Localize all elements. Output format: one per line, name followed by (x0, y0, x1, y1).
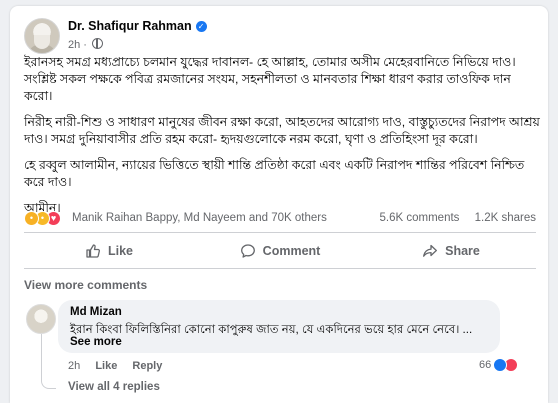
comment-reaction-count: 66 (479, 359, 492, 371)
comment-reply-button[interactable]: Reply (132, 360, 162, 372)
comments-count[interactable]: 5.6K comments (380, 212, 460, 224)
shares-count[interactable]: 1.2K shares (475, 212, 536, 224)
author-name-row: Dr. Shafiqur Rahman ✓ (68, 19, 207, 33)
like-label: Like (107, 244, 133, 258)
like-reaction-icon (493, 358, 507, 372)
view-replies-link[interactable]: View all 4 replies (68, 381, 160, 393)
like-button[interactable]: Like (24, 236, 194, 266)
comment-text: ইরান কিংবা ফিলিস্তিনিরা কোনো কাপুরুষ জাত… (70, 323, 473, 336)
comment-bubble: Md Mizan ইরান কিংবা ফিলিস্তিনিরা কোনো কা… (58, 300, 500, 353)
comment-button[interactable]: Comment (195, 236, 365, 266)
share-icon (422, 243, 438, 259)
comment-actions: 2h Like Reply (68, 360, 174, 372)
globe-icon (92, 38, 104, 49)
post-paragraph: ইরানসহ সমগ্র মধ্যপ্রাচ্যে চলমান যুদ্ধের … (24, 55, 516, 103)
reactors-summary[interactable]: Manik Raihan Bappy, Md Nayeem and 70K ot… (72, 212, 327, 224)
see-more-link[interactable]: See more (70, 336, 122, 348)
commenter-avatar[interactable] (26, 304, 56, 334)
post-actions: Like Comment Share (24, 236, 536, 266)
comment-time[interactable]: 2h (68, 360, 80, 372)
view-more-comments-link[interactable]: View more comments (24, 278, 147, 292)
share-button[interactable]: Share (366, 236, 536, 266)
care-reaction-icon: • (24, 211, 39, 226)
post-body: ইরানসহ সমগ্র মধ্যপ্রাচ্যে চলমান যুদ্ধের … (24, 54, 540, 226)
post-paragraph: নিরীহ নারী-শিশু ও সাধারণ মানুষের জীবন রক… (24, 115, 540, 146)
post-counts: 5.6K comments 1.2K shares (380, 212, 536, 224)
comment-label: Comment (262, 244, 321, 258)
share-label: Share (445, 244, 480, 258)
verified-badge-icon: ✓ (195, 21, 207, 32)
author-avatar[interactable] (24, 18, 60, 54)
post-time[interactable]: 2h (68, 39, 80, 51)
author-name[interactable]: Dr. Shafiqur Rahman (68, 19, 192, 33)
thumbs-up-icon (85, 243, 101, 259)
post-meta: 2h · (68, 38, 104, 51)
divider (24, 232, 536, 233)
comment-icon (240, 243, 256, 259)
reply-thread-line (41, 334, 56, 389)
post-paragraph: হে রব্বুল আলামীন, ন্যায়ের ভিত্তিতে স্থা… (24, 158, 525, 189)
comment-like-button[interactable]: Like (95, 360, 117, 372)
reaction-icons[interactable]: • • ♥ (24, 211, 68, 227)
post-stats: • • ♥ Manik Raihan Bappy, Md Nayeem and … (24, 210, 536, 230)
post-card: Dr. Shafiqur Rahman ✓ 2h · ইরানসহ সমগ্র ম… (10, 6, 548, 403)
divider (24, 268, 536, 269)
commenter-name[interactable]: Md Mizan (70, 306, 122, 318)
